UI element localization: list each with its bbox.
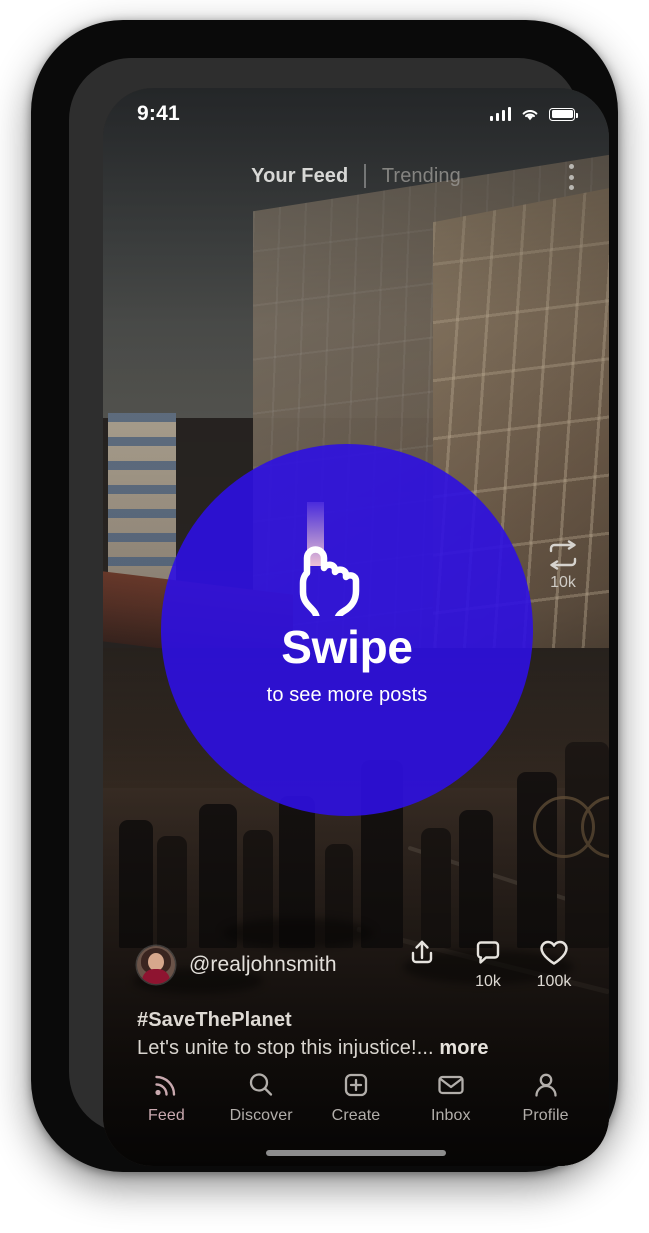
wifi-icon (522, 109, 538, 120)
rss-feed-icon (155, 1075, 176, 1096)
nav-label-create: Create (331, 1107, 381, 1124)
post-author-row: @realjohnsmith 10k 100k (137, 938, 575, 991)
share-icon (411, 940, 433, 964)
repost-icon (549, 540, 577, 570)
swipe-hand-icon (295, 500, 399, 620)
post-meta: @realjohnsmith 10k 100k #SaveThePlanet L… (103, 938, 609, 1060)
nav-item-discover[interactable]: Discover (219, 1070, 303, 1125)
swipe-subtitle: to see more posts (266, 684, 428, 706)
author-handle[interactable]: @realjohnsmith (189, 953, 337, 977)
status-time: 9:41 (137, 102, 180, 125)
tab-your-feed[interactable]: Your Feed (251, 165, 348, 188)
kebab-menu-icon[interactable] (559, 164, 583, 190)
phone-frame: 9:41 Your Feed Trending 10k Swipe to see… (31, 20, 618, 1172)
nav-label-profile: Profile (522, 1107, 569, 1124)
bottom-nav: Feed Discover Create Inbox Profile (103, 1064, 609, 1142)
comment-button[interactable]: 10k (467, 938, 509, 991)
nav-item-feed[interactable]: Feed (124, 1070, 208, 1125)
post-caption: Let's unite to stop this injustice!... m… (137, 1037, 575, 1060)
post-actions: 10k 100k (401, 938, 575, 991)
plus-square-icon (344, 1073, 368, 1097)
like-button[interactable]: 100k (533, 938, 575, 991)
share-button[interactable] (401, 938, 443, 973)
nav-label-inbox: Inbox (430, 1107, 471, 1124)
caption-text: Let's unite to stop this injustice!... (137, 1037, 434, 1059)
cellular-signal-icon (489, 107, 511, 121)
envelope-icon (438, 1075, 464, 1095)
status-indicators (489, 107, 578, 122)
repost-action[interactable]: 10k (529, 540, 597, 592)
nav-label-feed: Feed (147, 1107, 185, 1124)
battery-full-icon (549, 107, 578, 121)
comment-icon (476, 941, 500, 964)
swipe-coach-overlay[interactable]: Swipe to see more posts (161, 444, 533, 816)
nav-item-create[interactable]: Create (314, 1070, 398, 1125)
home-indicator[interactable] (266, 1150, 446, 1156)
phone-screen: 9:41 Your Feed Trending 10k Swipe to see… (103, 88, 609, 1166)
heart-icon (540, 940, 568, 965)
like-count: 100k (536, 973, 572, 990)
search-icon (250, 1073, 273, 1096)
nav-label-discover: Discover (229, 1107, 293, 1124)
nav-item-profile[interactable]: Profile (504, 1070, 588, 1125)
swipe-title: Swipe (281, 621, 413, 673)
avatar[interactable] (137, 945, 175, 984)
repost-count: 10k (550, 574, 576, 591)
comment-count: 10k (475, 973, 501, 990)
tab-divider (364, 164, 366, 188)
post-hashtag[interactable]: #SaveThePlanet (137, 1009, 575, 1032)
status-bar: 9:41 (103, 88, 609, 140)
caption-more-link[interactable]: more (439, 1037, 488, 1059)
feed-tabs: Your Feed Trending (103, 154, 609, 198)
tab-trending[interactable]: Trending (382, 165, 461, 188)
person-icon (534, 1073, 557, 1097)
nav-item-inbox[interactable]: Inbox (409, 1070, 493, 1125)
